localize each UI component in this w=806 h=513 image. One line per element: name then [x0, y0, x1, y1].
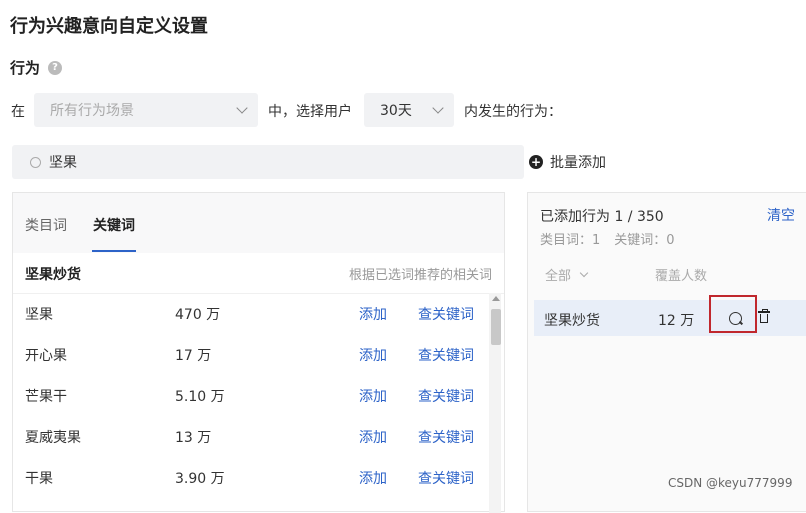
search-icon [30, 156, 41, 168]
search-icon[interactable] [729, 312, 742, 325]
filter-select[interactable]: 全部 [545, 265, 589, 284]
scene-select[interactable]: 所有行为场景 [34, 93, 258, 127]
count-cell: 3.90 万 [175, 471, 225, 487]
chevron-down-icon [579, 268, 589, 278]
keyword-cell: 夏威夷果 [25, 430, 81, 446]
chevron-down-icon [432, 102, 444, 114]
add-link[interactable]: 添加 [359, 427, 387, 447]
table-row: 芒果干 5.10 万 添加 查关键词 [13, 375, 488, 416]
scroll-up-arrow-icon[interactable] [492, 296, 500, 301]
active-tab-indicator [92, 250, 136, 252]
keyword-stat: 关键词：0 [614, 233, 675, 248]
tab-category-words[interactable]: 类目词 [25, 215, 67, 235]
count-cell: 470 万 [175, 307, 221, 323]
list-header: 坚果炒货 根据已选词推荐的相关词 [13, 253, 504, 294]
added-keyword: 坚果炒货 [544, 313, 600, 329]
list-item: 坚果炒货 12 万 [534, 295, 806, 336]
tab-keywords[interactable]: 关键词 [93, 215, 135, 235]
batch-add-button[interactable]: + 批量添加 [529, 152, 606, 172]
page-title: 行为兴趣意向自定义设置 [10, 16, 208, 37]
behavior-suffix: 内发生的行为： [464, 104, 562, 120]
days-select[interactable]: 30天 [364, 93, 454, 127]
count-cell: 5.10 万 [175, 389, 225, 405]
keyword-cell: 开心果 [25, 348, 67, 364]
table-row: 开心果 17 万 添加 查关键词 [13, 334, 488, 375]
lookup-keyword-link[interactable]: 查关键词 [418, 304, 474, 324]
watermark: CSDN @keyu777999 [668, 476, 793, 490]
keyword-panel: 类目词 关键词 坚果炒货 根据已选词推荐的相关词 坚果 470 万 添加 查关键… [12, 192, 505, 513]
table-row: 坚果 470 万 添加 查关键词 [13, 293, 488, 334]
plus-circle-icon: + [529, 155, 543, 169]
add-link[interactable]: 添加 [359, 386, 387, 406]
count-cell: 17 万 [175, 348, 212, 364]
category-word-stat: 类目词：1 [540, 233, 601, 248]
added-count: 12 万 [658, 313, 695, 329]
lookup-keyword-link[interactable]: 查关键词 [418, 386, 474, 406]
cover-count-header: 覆盖人数 [655, 269, 708, 284]
search-input[interactable]: 坚果 [12, 145, 524, 179]
list-hint: 根据已选词推荐的相关词 [348, 268, 492, 283]
filter-select-value: 全部 [545, 269, 572, 284]
scrollbar-thumb[interactable] [491, 309, 501, 345]
table-row: 干果 3.90 万 添加 查关键词 [13, 457, 488, 498]
section-label-text: 行为 [10, 59, 41, 77]
lookup-keyword-link[interactable]: 查关键词 [418, 468, 474, 488]
add-link[interactable]: 添加 [359, 468, 387, 488]
behavior-prefix: 在 [11, 104, 25, 120]
added-count-text: 已添加行为 1 / 350 [540, 209, 664, 225]
behavior-middle-text: 中，选择用户 [268, 104, 352, 120]
search-value: 坚果 [49, 155, 77, 171]
added-behaviors-panel: 已添加行为 1 / 350 清空 类目词：1 关键词：0 全部 覆盖人数 坚果炒… [527, 192, 806, 512]
trash-icon[interactable] [758, 309, 770, 324]
list-title: 坚果炒货 [25, 267, 81, 283]
keyword-cell: 干果 [25, 471, 53, 487]
clear-button[interactable]: 清空 [767, 205, 795, 225]
scene-select-value: 所有行为场景 [50, 103, 134, 119]
question-circle-icon[interactable]: ? [48, 60, 63, 75]
lookup-keyword-link[interactable]: 查关键词 [418, 345, 474, 365]
tab-bar: 类目词 关键词 [13, 193, 504, 254]
keyword-cell: 坚果 [25, 307, 53, 323]
lookup-keyword-link[interactable]: 查关键词 [418, 427, 474, 447]
batch-add-label: 批量添加 [550, 155, 606, 171]
scrollbar[interactable] [489, 293, 501, 513]
add-link[interactable]: 添加 [359, 345, 387, 365]
days-select-value: 30天 [380, 103, 412, 119]
chevron-down-icon [236, 102, 248, 114]
added-stats: 类目词：1 关键词：0 [540, 229, 675, 248]
keyword-cell: 芒果干 [25, 389, 67, 405]
section-label: 行为 ? [10, 57, 63, 78]
added-list-header: 全部 覆盖人数 [528, 255, 806, 293]
count-cell: 13 万 [175, 430, 212, 446]
add-link[interactable]: 添加 [359, 304, 387, 324]
table-row: 夏威夷果 13 万 添加 查关键词 [13, 416, 488, 457]
